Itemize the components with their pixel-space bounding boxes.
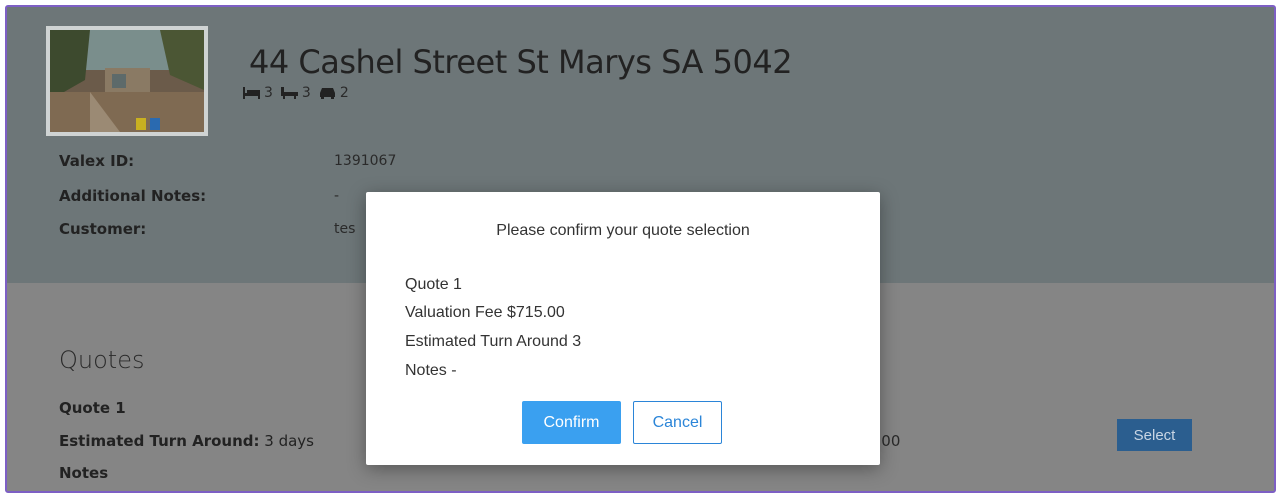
- bed-icon: [243, 87, 260, 99]
- car-count: 2: [339, 85, 349, 101]
- quote-turnaround: Estimated Turn Around: 3 days: [59, 432, 314, 450]
- property-address: 44 Cashel Street St Marys SA 5042: [249, 43, 793, 81]
- bath-count: 3: [301, 85, 311, 101]
- valex-id-label: Valex ID:: [59, 152, 135, 170]
- confirm-button[interactable]: Confirm: [522, 401, 621, 444]
- turnaround-label: Estimated Turn Around:: [59, 432, 260, 450]
- property-features: 3 3 2: [243, 85, 353, 101]
- quote-notes-label: Notes: [59, 464, 109, 482]
- customer-label: Customer:: [59, 220, 147, 238]
- property-photo-image: [50, 30, 204, 132]
- turnaround-value: 3 days: [259, 432, 315, 450]
- dialog-valuation-fee: Valuation Fee $715.00: [405, 304, 565, 321]
- dialog-title: Please confirm your quote selection: [496, 222, 750, 239]
- bed-count: 3: [264, 85, 273, 101]
- select-quote-button[interactable]: Select: [1117, 419, 1192, 451]
- dialog-quote-name: Quote 1: [405, 276, 462, 293]
- additional-notes-value: -: [334, 188, 340, 204]
- car-icon: [319, 88, 335, 99]
- bath-icon: [280, 87, 298, 99]
- confirm-quote-dialog: Please confirm your quote selection Quot…: [366, 192, 880, 465]
- quotes-heading: Quotes: [59, 346, 145, 374]
- property-photo: [46, 26, 208, 136]
- valex-id-value: 1391067: [334, 153, 397, 169]
- customer-value: tes: [334, 221, 356, 237]
- additional-notes-label: Additional Notes:: [59, 187, 207, 205]
- cancel-button[interactable]: Cancel: [633, 401, 722, 444]
- dialog-notes: Notes -: [405, 362, 457, 379]
- quote-name: Quote 1: [59, 399, 126, 417]
- dialog-turnaround: Estimated Turn Around 3: [405, 333, 582, 350]
